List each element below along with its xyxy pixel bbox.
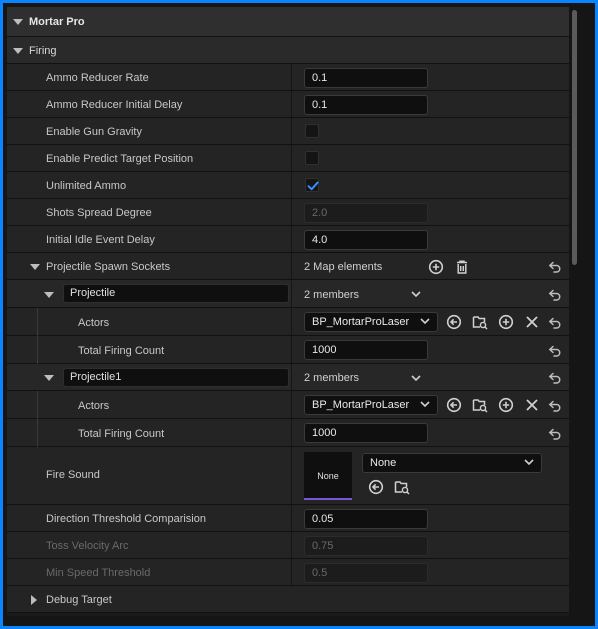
property-row-initial-idle-event-delay: Initial Idle Event Delay 4.0	[7, 226, 569, 253]
ammo-reducer-rate-input[interactable]: 0.1	[304, 68, 428, 88]
chevron-down-icon	[524, 459, 534, 466]
combo-value: BP_MortarProLaser	[312, 316, 410, 328]
reset-to-default-icon[interactable]	[548, 317, 562, 329]
clear-icon[interactable]	[524, 314, 540, 330]
chevron-down-icon[interactable]	[411, 375, 421, 382]
property-row-total-firing-count: Total Firing Count 1000	[7, 419, 569, 447]
initial-idle-event-delay-input[interactable]: 4.0	[304, 230, 428, 250]
shots-spread-degree-input: 2.0	[304, 203, 428, 223]
property-row-total-firing-count: Total Firing Count 1000	[7, 336, 569, 364]
ammo-reducer-initial-delay-input[interactable]: 0.1	[304, 95, 428, 115]
reset-to-default-icon[interactable]	[548, 372, 562, 384]
property-row-projectile-spawn-sockets: Projectile Spawn Sockets 2 Map elements	[7, 253, 569, 280]
property-row-actors: Actors BP_MortarProLaser	[7, 391, 569, 419]
min-speed-threshold-input: 0.5	[304, 563, 428, 583]
combo-value: BP_MortarProLaser	[312, 399, 410, 411]
actors-combo[interactable]: BP_MortarProLaser	[304, 312, 438, 332]
checkmark-icon	[307, 181, 319, 191]
total-firing-count-input[interactable]: 1000	[304, 340, 428, 360]
expand-arrow-icon[interactable]	[30, 264, 40, 270]
property-label: Ammo Reducer Initial Delay	[46, 99, 183, 111]
property-label: Shots Spread Degree	[46, 207, 152, 219]
property-row-min-speed-threshold: Min Speed Threshold 0.5	[7, 559, 569, 586]
property-row-toss-velocity-arc: Toss Velocity Arc 0.75	[7, 532, 569, 559]
property-label: Total Firing Count	[78, 428, 165, 440]
reset-to-default-icon[interactable]	[548, 428, 562, 440]
use-selected-icon[interactable]	[368, 479, 384, 495]
delete-all-icon[interactable]	[454, 259, 470, 275]
expand-arrow-icon[interactable]	[44, 375, 54, 381]
sound-asset-thumbnail[interactable]: None	[304, 452, 352, 500]
direction-threshold-input[interactable]: 0.05	[304, 509, 428, 529]
use-selected-icon[interactable]	[446, 314, 462, 330]
map-element-header: Projectile 2 members	[7, 280, 569, 308]
reset-to-default-icon[interactable]	[548, 345, 562, 357]
property-label: Projectile Spawn Sockets	[46, 261, 171, 273]
use-selected-icon[interactable]	[446, 397, 462, 413]
property-row-shots-spread-degree: Shots Spread Degree 2.0	[7, 199, 569, 226]
fire-sound-combo[interactable]: None	[362, 453, 542, 473]
add-element-icon[interactable]	[428, 259, 444, 275]
reset-to-default-icon[interactable]	[548, 289, 562, 301]
section-firing[interactable]: Firing	[7, 37, 569, 64]
collapse-arrow-icon[interactable]	[13, 19, 23, 25]
add-member-icon[interactable]	[498, 314, 514, 330]
property-label: Initial Idle Event Delay	[46, 234, 155, 246]
property-row-direction-threshold-comparision: Direction Threshold Comparision 0.05	[7, 505, 569, 532]
section-title: Firing	[29, 45, 57, 57]
map-key-input[interactable]: Projectile	[63, 284, 289, 303]
property-label: Actors	[78, 400, 110, 412]
map-key-input[interactable]: Projectile1	[63, 368, 289, 387]
property-row-debug-target[interactable]: Debug Target	[7, 586, 569, 613]
members-count: 2 members	[304, 372, 360, 384]
total-firing-count-input[interactable]: 1000	[304, 423, 428, 443]
property-row-ammo-reducer-initial-delay: Ammo Reducer Initial Delay 0.1	[7, 91, 569, 118]
property-label: Toss Velocity Arc	[46, 540, 129, 552]
chevron-down-icon	[420, 401, 430, 408]
property-label: Enable Predict Target Position	[46, 153, 194, 165]
combo-value: None	[370, 457, 397, 469]
members-count: 2 members	[304, 289, 360, 301]
expand-arrow-icon[interactable]	[44, 292, 54, 298]
property-label: Debug Target	[46, 594, 112, 606]
add-member-icon[interactable]	[498, 397, 514, 413]
scrollbar-thumb[interactable]	[572, 10, 577, 265]
actors-combo[interactable]: BP_MortarProLaser	[304, 395, 438, 415]
enable-predict-target-position-checkbox[interactable]	[305, 151, 319, 165]
map-elements-count: 2 Map elements	[304, 261, 383, 273]
property-label: Direction Threshold Comparision	[46, 513, 206, 525]
map-element-header: Projectile1 2 members	[7, 364, 569, 391]
chevron-down-icon	[420, 318, 430, 325]
property-row-ammo-reducer-rate: Ammo Reducer Rate 0.1	[7, 64, 569, 91]
thumbnail-label: None	[317, 471, 339, 481]
property-row-enable-gun-gravity: Enable Gun Gravity	[7, 118, 569, 145]
property-label: Enable Gun Gravity	[46, 126, 142, 138]
browse-folder-icon[interactable]	[394, 479, 410, 495]
property-label: Min Speed Threshold	[46, 567, 151, 579]
property-row-unlimited-ammo: Unlimited Ammo	[7, 172, 569, 199]
section-mortar-pro[interactable]: Mortar Pro	[7, 7, 569, 37]
reset-to-default-icon[interactable]	[548, 400, 562, 412]
details-panel: Mortar Pro Firing Ammo Reducer Rate 0.1 …	[7, 7, 569, 616]
property-row-actors: Actors BP_MortarProLaser	[7, 308, 569, 336]
browse-folder-icon[interactable]	[472, 397, 488, 413]
browse-folder-icon[interactable]	[472, 314, 488, 330]
chevron-down-icon[interactable]	[411, 291, 421, 298]
expand-arrow-icon[interactable]	[31, 595, 37, 605]
property-row-enable-predict-target-position: Enable Predict Target Position	[7, 145, 569, 172]
enable-gun-gravity-checkbox[interactable]	[305, 124, 319, 138]
section-title: Mortar Pro	[29, 16, 85, 28]
property-label: Unlimited Ammo	[46, 180, 127, 192]
property-label: Fire Sound	[46, 469, 100, 481]
collapse-arrow-icon[interactable]	[13, 48, 23, 54]
toss-velocity-arc-input: 0.75	[304, 536, 428, 556]
reset-to-default-icon[interactable]	[548, 261, 562, 273]
property-label: Total Firing Count	[78, 345, 165, 357]
property-label: Ammo Reducer Rate	[46, 72, 149, 84]
unlimited-ammo-checkbox[interactable]	[305, 178, 319, 192]
clear-icon[interactable]	[524, 397, 540, 413]
property-label: Actors	[78, 317, 110, 329]
